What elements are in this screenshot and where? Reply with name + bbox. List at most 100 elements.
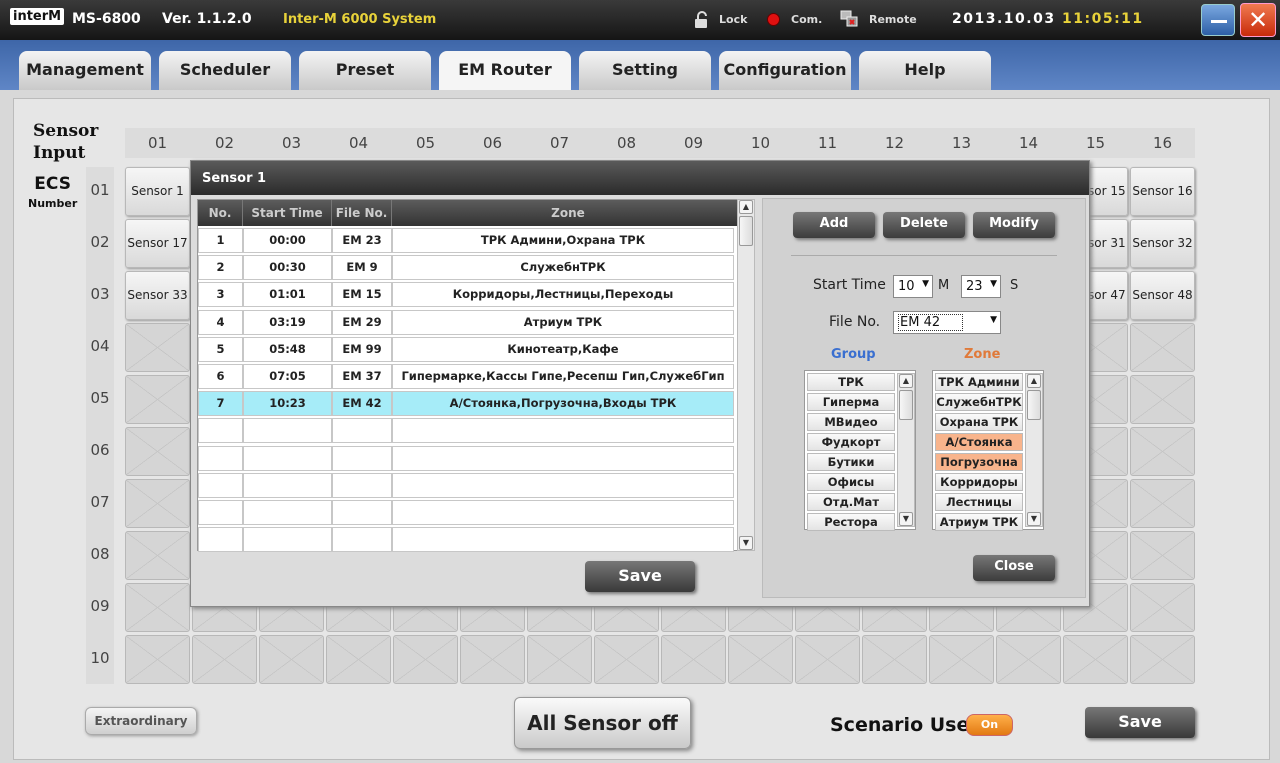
table-row[interactable]: 3 01:01 EM 15 Корридоры,Лестницы,Переходы <box>198 282 744 308</box>
cell-zone: СлужебнТРК <box>392 255 734 281</box>
scroll-up-arrow[interactable]: ▲ <box>899 374 913 388</box>
cell-start-time: 10:23 <box>243 391 332 417</box>
close-window-button[interactable]: ✕ <box>1240 3 1276 37</box>
cell-start-time <box>243 527 332 553</box>
save-button[interactable]: Save <box>1085 707 1195 738</box>
delete-button[interactable]: Delete <box>883 212 965 238</box>
cell-file-no <box>332 527 392 553</box>
extraordinary-button[interactable]: Extraordinary <box>85 707 197 735</box>
com-label: Com. <box>791 13 823 26</box>
cell-no <box>198 418 243 444</box>
table-row[interactable]: 1 00:00 EM 23 ТРК Админи,Охрана ТРК <box>198 228 744 253</box>
sensor-button[interactable]: Sensor 33 <box>125 271 190 320</box>
sensor-button[interactable]: Sensor 48 <box>1130 271 1195 320</box>
zone-list-item[interactable]: Корридоры <box>935 473 1023 491</box>
zone-listbox[interactable]: ТРК Админи СлужебнТРК Охрана ТРК А/Стоянка П… <box>932 370 1044 531</box>
group-scrollbar[interactable]: ▲ ▼ <box>897 373 915 527</box>
zone-list-item[interactable]: Лестницы <box>935 493 1023 511</box>
minute-select[interactable]: 10 ▼ <box>893 275 933 298</box>
zone-list-item[interactable]: Охрана ТРК <box>935 413 1023 431</box>
cell-no: 5 <box>198 336 243 362</box>
cell-zone: Кинотеатр,Кафе <box>392 336 734 362</box>
table-row[interactable]: 4 03:19 EM 29 Атриум ТРК <box>198 309 744 335</box>
column-header: 04 <box>348 134 369 152</box>
scroll-thumb[interactable] <box>1027 390 1041 420</box>
tab-em-router[interactable]: EM Router <box>439 51 571 90</box>
cell-no: 6 <box>198 364 243 389</box>
column-header: 13 <box>951 134 972 152</box>
zone-scrollbar[interactable]: ▲ ▼ <box>1025 373 1043 527</box>
empty-sensor-slot <box>1130 583 1195 632</box>
zone-list-item[interactable]: Атриум ТРК <box>935 513 1023 531</box>
main-tab-bar: Management Scheduler Preset EM Router Se… <box>0 40 1280 90</box>
group-list-item[interactable]: Отд.Мат <box>807 493 895 511</box>
sensor-button[interactable]: Sensor 16 <box>1130 167 1195 216</box>
group-listbox[interactable]: ТРК Гиперма МВидео Фудкорт Бутики Офисы Отд.Ма… <box>804 370 916 531</box>
sensor-button[interactable]: Sensor 17 <box>125 219 190 268</box>
table-row[interactable]: 2 00:30 EM 9 СлужебнТРК <box>198 255 744 281</box>
scroll-down-arrow[interactable]: ▼ <box>1027 512 1041 526</box>
cell-file-no <box>332 500 392 525</box>
cell-start-time <box>243 445 332 471</box>
group-list-item[interactable]: Гиперма <box>807 393 895 411</box>
minimize-button[interactable] <box>1201 4 1235 36</box>
scroll-thumb[interactable] <box>899 390 913 420</box>
zone-list-item[interactable]: ТРК Админи <box>935 373 1023 391</box>
sensor-button[interactable]: Sensor 32 <box>1130 219 1195 268</box>
cell-no: 3 <box>198 282 243 308</box>
tab-management[interactable]: Management <box>19 51 151 90</box>
cell-file-no: EM 99 <box>332 336 392 362</box>
group-list-item[interactable]: Фудкорт <box>807 433 895 451</box>
second-select[interactable]: 23 ▼ <box>961 275 1001 298</box>
zone-header: Zone <box>964 347 1001 362</box>
file-no-label: File No. <box>829 314 881 330</box>
tab-setting[interactable]: Setting <box>579 51 711 90</box>
empty-sensor-slot <box>125 375 190 424</box>
current-date: 2013.10.03 <box>952 11 1056 27</box>
cell-zone: А/Стоянка,Погрузочна,Входы ТРК <box>392 391 734 417</box>
lock-label[interactable]: Lock <box>719 13 747 26</box>
scroll-down-arrow[interactable]: ▼ <box>739 536 753 550</box>
table-scrollbar[interactable]: ▲ ▼ <box>737 199 755 551</box>
all-sensor-off-button[interactable]: All Sensor off <box>514 697 691 749</box>
scroll-thumb[interactable] <box>739 216 753 246</box>
second-value: 23 <box>966 279 983 294</box>
table-row[interactable]: 7 10:23 EM 42 А/Стоянка,Погрузочна,Входы ТР… <box>198 391 744 417</box>
cell-file-no <box>332 472 392 498</box>
column-header: 11 <box>817 134 838 152</box>
row-header: 08 <box>90 545 110 563</box>
group-list-item[interactable]: МВидео <box>807 413 895 431</box>
tab-preset[interactable]: Preset <box>299 51 431 90</box>
file-no-select[interactable]: EM 42 ▼ <box>893 311 1001 334</box>
group-list-item[interactable]: ТРК <box>807 373 895 391</box>
tab-configuration[interactable]: Configuration <box>719 51 851 90</box>
lock-icon[interactable] <box>694 11 710 29</box>
tab-help[interactable]: Help <box>859 51 991 90</box>
minute-value: 10 <box>898 279 915 294</box>
table-save-button[interactable]: Save <box>585 561 695 592</box>
zone-list-item[interactable]: А/Стоянка <box>935 433 1023 451</box>
tab-scheduler[interactable]: Scheduler <box>159 51 291 90</box>
column-header: 15 <box>1085 134 1106 152</box>
empty-sensor-slot <box>125 479 190 528</box>
group-list-item[interactable]: Рестора <box>807 513 895 531</box>
scenario-toggle[interactable]: On <box>966 714 1013 736</box>
group-header: Group <box>831 347 876 362</box>
row-header: 06 <box>90 441 110 459</box>
table-row[interactable]: 5 05:48 EM 99 Кинотеатр,Кафе <box>198 336 744 362</box>
scroll-up-arrow[interactable]: ▲ <box>739 200 753 214</box>
group-list-item[interactable]: Бутики <box>807 453 895 471</box>
sensor-button[interactable]: Sensor 1 <box>125 167 190 216</box>
modify-button[interactable]: Modify <box>973 212 1055 238</box>
column-header: 12 <box>884 134 905 152</box>
zone-list-item[interactable]: СлужебнТРК <box>935 393 1023 411</box>
group-list-item[interactable]: Офисы <box>807 473 895 491</box>
empty-sensor-slot <box>125 323 190 372</box>
empty-sensor-slot <box>460 635 525 684</box>
add-button[interactable]: Add <box>793 212 875 238</box>
scroll-down-arrow[interactable]: ▼ <box>899 512 913 526</box>
table-row[interactable]: 6 07:05 EM 37 Гипермарке,Кассы Гипе,Ресепш … <box>198 364 744 389</box>
scroll-up-arrow[interactable]: ▲ <box>1027 374 1041 388</box>
zone-list-item[interactable]: Погрузочна <box>935 453 1023 471</box>
close-button[interactable]: Close <box>973 555 1055 581</box>
